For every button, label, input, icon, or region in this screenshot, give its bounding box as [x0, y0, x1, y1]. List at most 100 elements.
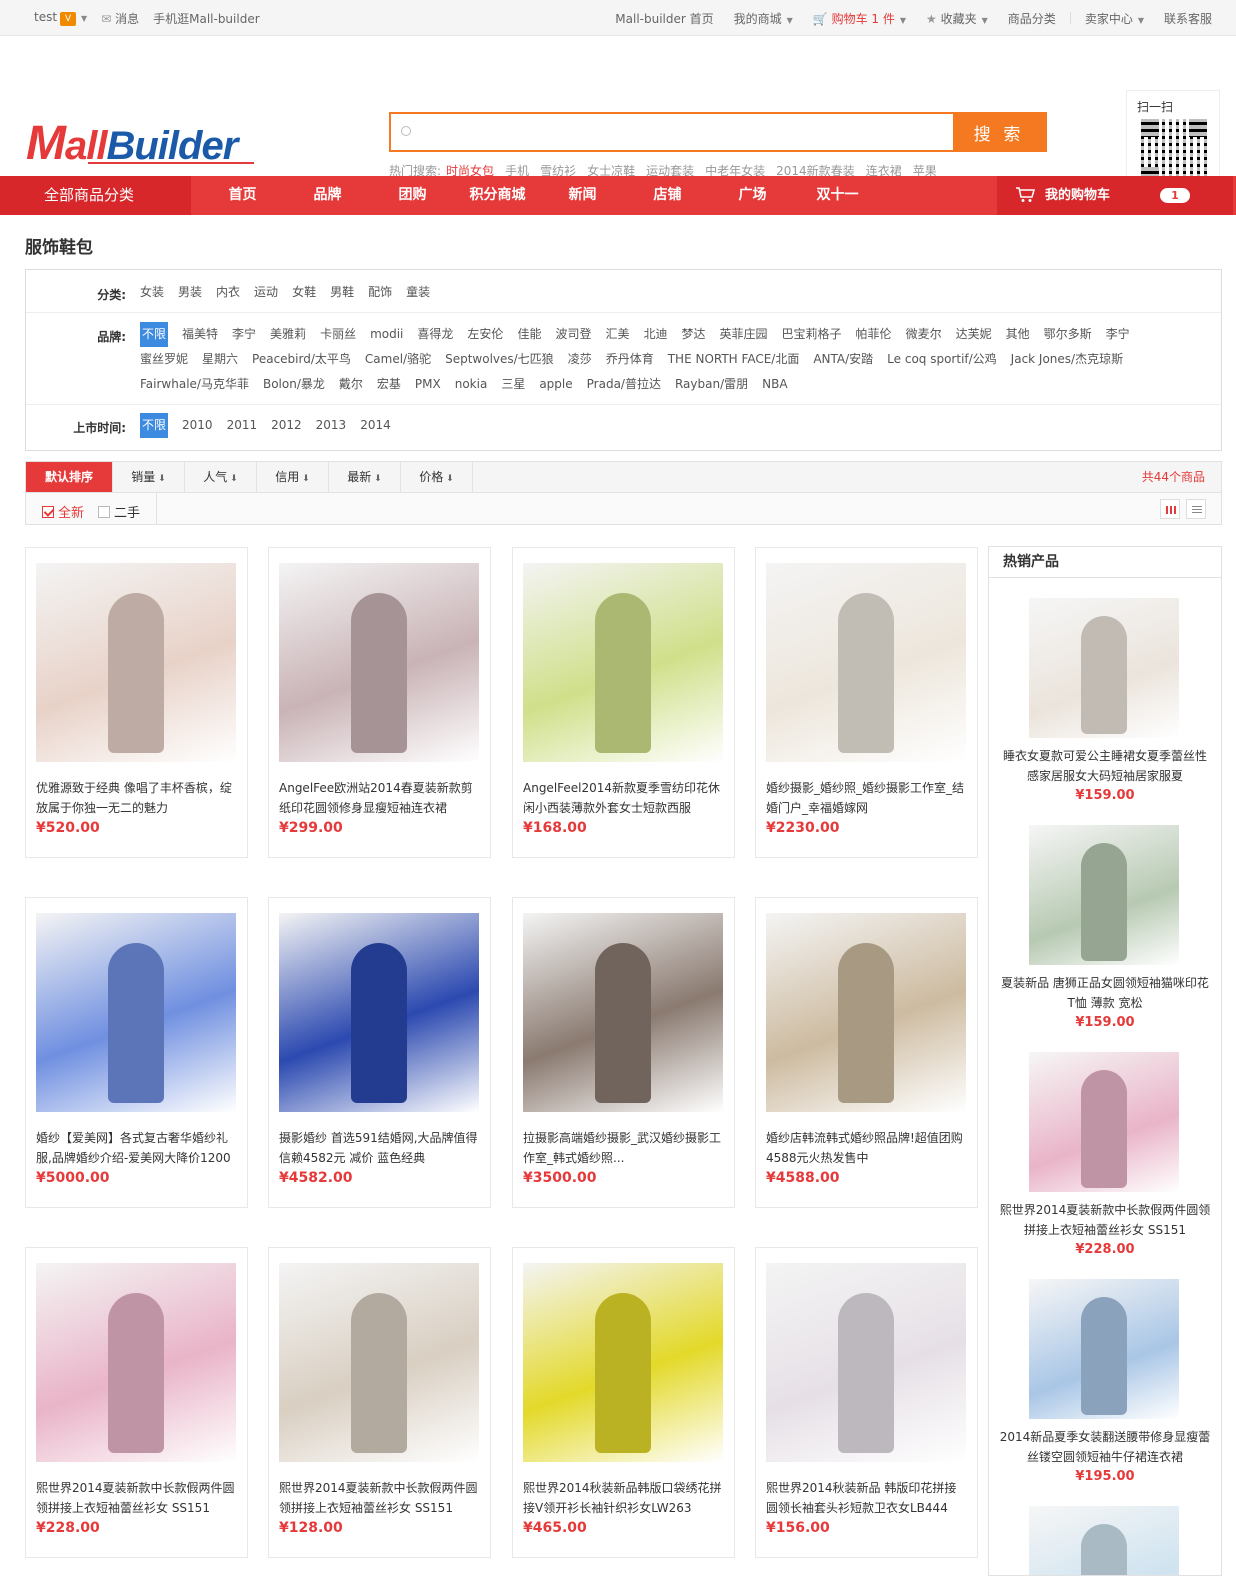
filter-option[interactable]: 2010	[182, 413, 213, 438]
filter-option[interactable]: 喜得龙	[417, 322, 453, 347]
sort-option[interactable]: 销量 ⬇	[113, 462, 185, 492]
filter-option[interactable]: 凌莎	[568, 347, 592, 372]
filter-option[interactable]: NBA	[762, 372, 787, 397]
favorites-menu[interactable]: ★ 收藏夹 ▼	[926, 10, 988, 27]
filter-option[interactable]: 其他	[1006, 322, 1030, 347]
filter-option[interactable]: 英菲庄园	[720, 322, 768, 347]
nav-item[interactable]: 双十一	[795, 176, 880, 215]
filter-option[interactable]: 内衣	[216, 280, 240, 305]
sort-option[interactable]: 价格 ⬇	[401, 462, 473, 492]
sort-option[interactable]: 人气 ⬇	[185, 462, 257, 492]
search-input[interactable]	[391, 114, 953, 150]
filter-option[interactable]: 运动	[254, 280, 278, 305]
categories-link[interactable]: 商品分类	[1008, 10, 1056, 27]
grid-view-icon[interactable]	[1160, 499, 1180, 519]
cart-menu[interactable]: 🛒 购物车 1 件 ▼	[813, 10, 906, 27]
filter-option[interactable]: 蜜丝罗妮	[140, 347, 188, 372]
filter-option[interactable]: ANTA/安踏	[813, 347, 873, 372]
product-name[interactable]: 摄影婚纱 首选591结婚网,大品牌值得信赖4582元 减价 蓝色经典	[279, 1128, 481, 1168]
filter-option[interactable]: 不限	[140, 413, 169, 438]
all-categories-menu[interactable]: 全部商品分类	[0, 176, 191, 215]
product-name[interactable]: 熙世界2014夏装新款中长款假两件圆领拼接上衣短袖蕾丝衫女 SS151	[279, 1478, 481, 1518]
filter-option[interactable]: 女鞋	[292, 280, 316, 305]
hot-product-name[interactable]: 熙世界2014夏装新款中长款假两件圆领拼接上衣短袖蕾丝衫女 SS151	[999, 1200, 1211, 1240]
new-checkbox[interactable]: 全新	[42, 502, 84, 521]
filter-option[interactable]: modii	[370, 322, 403, 347]
filter-option[interactable]: Prada/普拉达	[587, 372, 661, 397]
sort-option[interactable]: 最新 ⬇	[329, 462, 401, 492]
product-card[interactable]: 熙世界2014夏装新款中长款假两件圆领拼接上衣短袖蕾丝衫女 SS151 ¥128.…	[268, 1247, 491, 1558]
filter-option[interactable]: 三星	[501, 372, 525, 397]
product-name[interactable]: 婚纱【爱美网】各式复古奢华婚纱礼服,品牌婚纱介绍-爱美网大降价1200	[36, 1128, 238, 1168]
product-name[interactable]: AngelFee欧洲站2014春夏装新款剪纸印花圆领修身显瘦短袖连衣裙	[279, 778, 481, 818]
filter-option[interactable]: 配饰	[368, 280, 392, 305]
product-card[interactable]: 婚纱店韩流韩式婚纱照品牌!超值团购4588元火热发售中 ¥4588.00	[755, 897, 978, 1208]
product-card[interactable]: 婚纱摄影_婚纱照_婚纱摄影工作室_结婚门户_幸福婚嫁网 ¥2230.00	[755, 547, 978, 858]
product-image[interactable]	[766, 563, 966, 762]
nav-item[interactable]: 广场	[710, 176, 795, 215]
filter-option[interactable]: 乔丹体育	[606, 347, 654, 372]
messages-link[interactable]: ✉ 消息	[101, 10, 139, 27]
filter-option[interactable]: 微麦尔	[906, 322, 942, 347]
product-name[interactable]: AngelFeel2014新款夏季雪纺印花休闲小西装薄款外套女士短款西服	[523, 778, 725, 818]
product-card[interactable]: 优雅源致于经典 像唱了丰杯香槟，绽放属于你独一无二的魅力 ¥520.00	[25, 547, 248, 858]
nav-item[interactable]: 积分商城	[455, 176, 540, 215]
filter-option[interactable]: 达芙妮	[956, 322, 992, 347]
filter-option[interactable]: 戴尔	[339, 372, 363, 397]
filter-option[interactable]: 男鞋	[330, 280, 354, 305]
product-image[interactable]	[279, 1263, 479, 1462]
my-cart-button[interactable]: 我的购物车 1	[997, 176, 1233, 215]
product-image[interactable]	[766, 913, 966, 1112]
hot-product-image[interactable]	[1029, 1279, 1179, 1419]
product-card[interactable]: 婚纱【爱美网】各式复古奢华婚纱礼服,品牌婚纱介绍-爱美网大降价1200 ¥5000…	[25, 897, 248, 1208]
filter-option[interactable]: 卡丽丝	[320, 322, 356, 347]
filter-option[interactable]: Le coq sportif/公鸡	[887, 347, 997, 372]
product-name[interactable]: 拉摄影高端婚纱摄影_武汉婚纱摄影工作室_韩式婚纱照...	[523, 1128, 725, 1168]
filter-option[interactable]: 美雅莉	[270, 322, 306, 347]
product-name[interactable]: 熙世界2014秋装新品 韩版印花拼接圆领长袖套头衫短款卫衣女LB444	[766, 1478, 968, 1518]
filter-option[interactable]: 不限	[140, 322, 169, 347]
filter-option[interactable]: 福美特	[182, 322, 218, 347]
filter-option[interactable]: 李宁	[1106, 322, 1130, 347]
hot-product-image[interactable]	[1029, 1506, 1179, 1575]
product-image[interactable]	[523, 1263, 723, 1462]
filter-option[interactable]: 2014	[360, 413, 391, 438]
filter-option[interactable]: 宏基	[377, 372, 401, 397]
product-image[interactable]	[523, 563, 723, 762]
filter-option[interactable]: 男装	[178, 280, 202, 305]
filter-option[interactable]: Bolon/暴龙	[263, 372, 325, 397]
product-image[interactable]	[36, 1263, 236, 1462]
nav-item[interactable]: 新闻	[540, 176, 625, 215]
product-name[interactable]: 婚纱店韩流韩式婚纱照品牌!超值团购4588元火热发售中	[766, 1128, 968, 1168]
filter-option[interactable]: apple	[539, 372, 572, 397]
nav-item[interactable]: 品牌	[285, 176, 370, 215]
filter-option[interactable]: Septwolves/七匹狼	[445, 347, 554, 372]
filter-option[interactable]: Fairwhale/马克华菲	[140, 372, 249, 397]
product-name[interactable]: 熙世界2014秋装新品韩版口袋绣花拼接V领开衫长袖针织衫女LW263	[523, 1478, 725, 1518]
filter-option[interactable]: Camel/骆驼	[365, 347, 431, 372]
filter-option[interactable]: 波司登	[555, 322, 591, 347]
filter-option[interactable]: 帕菲伦	[856, 322, 892, 347]
hot-product-name[interactable]: 夏装新品 唐狮正品女圆领短袖猫咪印花T恤 薄款 宽松	[999, 973, 1211, 1013]
filter-option[interactable]: 星期六	[202, 347, 238, 372]
product-card[interactable]: 熙世界2014秋装新品韩版口袋绣花拼接V领开衫长袖针织衫女LW263 ¥465.0…	[512, 1247, 735, 1558]
filter-option[interactable]: 北迪	[643, 322, 667, 347]
seller-menu[interactable]: 卖家中心 ▼	[1085, 10, 1144, 27]
product-image[interactable]	[766, 1263, 966, 1462]
filter-option[interactable]: 2011	[227, 413, 258, 438]
list-view-icon[interactable]	[1186, 499, 1206, 519]
product-card[interactable]: AngelFeel2014新款夏季雪纺印花休闲小西装薄款外套女士短款西服 ¥168…	[512, 547, 735, 858]
product-card[interactable]: 拉摄影高端婚纱摄影_武汉婚纱摄影工作室_韩式婚纱照... ¥3500.00	[512, 897, 735, 1208]
filter-option[interactable]: 童装	[406, 280, 430, 305]
product-name[interactable]: 优雅源致于经典 像唱了丰杯香槟，绽放属于你独一无二的魅力	[36, 778, 238, 818]
product-image[interactable]	[279, 913, 479, 1112]
product-name[interactable]: 熙世界2014夏装新款中长款假两件圆领拼接上衣短袖蕾丝衫女 SS151	[36, 1478, 238, 1518]
service-link[interactable]: 联系客服	[1164, 10, 1212, 27]
filter-option[interactable]: 左安伦	[467, 322, 503, 347]
filter-option[interactable]: 女装	[140, 280, 164, 305]
filter-option[interactable]: Rayban/雷朋	[675, 372, 748, 397]
sort-option[interactable]: 默认排序	[26, 462, 113, 492]
filter-option[interactable]: nokia	[455, 372, 488, 397]
search-button[interactable]: 搜 索	[953, 114, 1045, 150]
hot-product-name[interactable]: 2014新品夏季女装翻送腰带修身显瘦蕾丝镂空圆领短袖牛仔裙连衣裙	[999, 1427, 1211, 1467]
